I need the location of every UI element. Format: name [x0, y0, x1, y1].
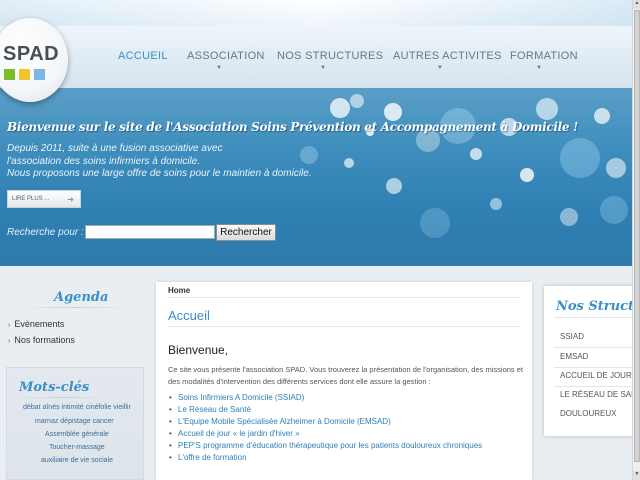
structure-ssiad[interactable]: SSIAD — [560, 332, 584, 341]
tag-row[interactable]: Assemblée générale — [45, 431, 109, 438]
structure-douloureux[interactable]: DOULOUREUX — [560, 409, 616, 418]
link-formation[interactable]: L'offre de formation — [169, 453, 246, 462]
scroll-thumb[interactable] — [634, 10, 640, 462]
nav-accueil[interactable]: ACCUEIL — [118, 50, 168, 62]
logo-square-blue — [34, 69, 45, 80]
chevron-down-icon: ▼ — [320, 65, 326, 71]
structure-accueil-jour[interactable]: ACCUEIL DE JOUR — [560, 371, 632, 380]
page-title: Accueil — [168, 308, 210, 323]
link-reseau-sante[interactable]: Le Réseau de Santé — [169, 405, 251, 414]
bokeh-light — [520, 168, 534, 182]
chevron-down-icon: ▼ — [536, 65, 542, 71]
divider — [554, 317, 640, 318]
bokeh-light — [560, 208, 578, 226]
page-scrollbar[interactable]: ▲ ▼ — [632, 0, 640, 480]
welcome-heading: Bienvenue, — [168, 343, 229, 357]
tag-row[interactable]: marnaz dépistage cancer — [35, 418, 114, 425]
structure-reseau-sante[interactable]: LE RÉSEAU DE SANTÉ — [560, 390, 640, 399]
intro-text: Ce site vous présente l'association SPAD… — [168, 365, 523, 386]
bokeh-light — [420, 208, 450, 238]
bokeh-light — [344, 158, 354, 168]
bokeh-light — [536, 98, 558, 120]
nav-nos-structures[interactable]: NOS STRUCTURES — [277, 50, 383, 62]
divider — [554, 367, 640, 368]
chevron-right-icon: › — [8, 322, 11, 329]
link-peps[interactable]: PEP'S programme d'éducation thérapeutiqu… — [169, 441, 482, 450]
tags-widget: Mots-clés débat aînés intimité cinéfolie… — [6, 367, 144, 480]
bokeh-light — [594, 108, 610, 124]
site-header: ACCUEIL ASSOCIATION ▼ NOS STRUCTURES ▼ A… — [0, 0, 632, 88]
divider — [17, 397, 107, 398]
scroll-down-arrow-icon[interactable]: ▼ — [633, 471, 640, 480]
link-emsad[interactable]: L'Equipe Mobile Spécialisée Alzheimer à … — [169, 417, 391, 426]
bokeh-light — [350, 94, 364, 108]
bokeh-light — [386, 178, 402, 194]
search-input[interactable] — [85, 225, 215, 239]
hero-text-line: Depuis 2011, suite à une fusion associat… — [7, 143, 223, 154]
nav-autres-activites[interactable]: AUTRES ACTIVITES — [393, 50, 502, 62]
divider — [168, 297, 520, 298]
bokeh-light — [560, 138, 600, 178]
divider — [554, 386, 640, 387]
scroll-up-arrow-icon[interactable]: ▲ — [633, 0, 640, 9]
bokeh-light — [600, 196, 628, 224]
agenda-item-formations[interactable]: › Nos formations — [8, 335, 75, 345]
bokeh-light — [606, 158, 626, 178]
hero-text-line: l'association des soins infirmiers à dom… — [7, 156, 201, 167]
breadcrumb[interactable]: Home — [168, 286, 190, 295]
agenda-title: Agenda — [54, 290, 109, 305]
bokeh-light — [384, 103, 402, 121]
bokeh-light — [300, 146, 318, 164]
logo-square-green — [4, 69, 15, 80]
hero-text-line: Nous proposons une large offre de soins … — [7, 168, 312, 179]
chevron-down-icon: ▼ — [216, 65, 222, 71]
read-more-button[interactable]: LIRE PLUS ... ➜ — [7, 190, 81, 208]
logo-square-yellow — [19, 69, 30, 80]
main-content: Home Accueil Bienvenue, Ce site vous pré… — [156, 282, 532, 480]
bokeh-light — [490, 198, 502, 210]
divider — [168, 326, 520, 327]
tag-row[interactable]: auxiliaire de vie sociale — [41, 457, 113, 464]
tag-row[interactable]: débat aînés intimité cinéfolie vieillir — [23, 404, 131, 411]
agenda-item-evenements[interactable]: › Evènements — [8, 319, 64, 329]
read-more-label: LIRE PLUS ... — [12, 196, 50, 202]
link-accueil-jour[interactable]: Accueil de jour « le jardin d'hiver » — [169, 429, 300, 438]
search-button[interactable]: Rechercher — [216, 224, 276, 241]
tag-row[interactable]: Toucher-massage — [49, 444, 105, 451]
chevron-down-icon: ▼ — [437, 65, 443, 71]
logo-text: SPAD — [3, 43, 60, 65]
divider — [554, 347, 640, 348]
bokeh-light — [330, 98, 350, 118]
search-label: Recherche pour : — [7, 227, 84, 238]
structures-title: Nos Structures — [556, 299, 640, 314]
structure-emsad[interactable]: EMSAD — [560, 352, 588, 361]
arrow-right-icon: ➜ — [67, 195, 74, 204]
link-ssiad[interactable]: Soins Infirmiers A Domicile (SSIAD) — [169, 393, 304, 402]
tags-title: Mots-clés — [19, 380, 90, 395]
hero-banner: Bienvenue sur le site de l'Association S… — [0, 88, 632, 266]
divider — [20, 307, 130, 308]
bokeh-light — [470, 148, 482, 160]
nav-formation[interactable]: FORMATION — [510, 50, 578, 62]
structures-widget: Nos Structures SSIAD EMSAD ACCUEIL DE JO… — [544, 286, 640, 436]
hero-title: Bienvenue sur le site de l'Association S… — [7, 120, 579, 134]
chevron-right-icon: › — [8, 338, 11, 345]
nav-association[interactable]: ASSOCIATION — [187, 50, 265, 62]
